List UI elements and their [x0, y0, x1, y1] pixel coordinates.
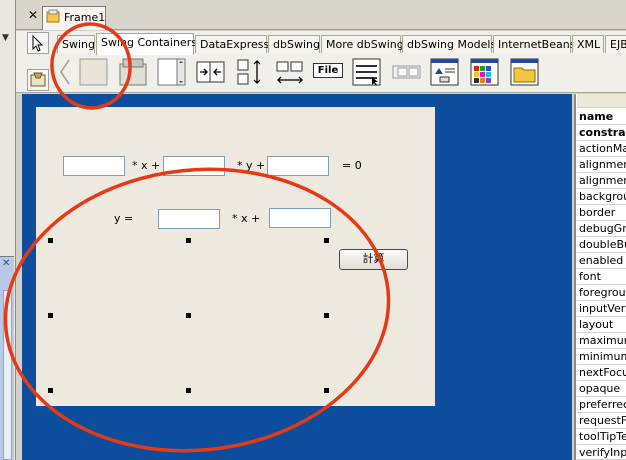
palette-tab-dataexpress[interactable]: DataExpress [195, 35, 270, 53]
jlayeredpane-icon[interactable] [236, 58, 264, 86]
palette-tab-dbswing-models[interactable]: dbSwing Models [402, 35, 496, 53]
palette-tab-swing[interactable]: Swing [57, 35, 95, 53]
palette-tab-label: InternetBeans [498, 38, 576, 51]
jdesktoppane-icon[interactable] [275, 58, 305, 86]
selection-handle[interactable] [48, 238, 53, 243]
palette-tab-ejb[interactable]: EJB [605, 35, 626, 53]
frame1-tab-label: Frame1 [64, 11, 106, 24]
inspector-toolbar [577, 94, 626, 108]
equals-zero-label: = 0 [342, 159, 362, 172]
selection-cursor-button[interactable] [27, 32, 49, 54]
property-row[interactable]: requestFocus [577, 413, 626, 429]
x-plus-label: * x + [132, 159, 161, 172]
x-plus-label-2: * x + [232, 212, 261, 225]
property-row[interactable]: minimumSize [577, 349, 626, 365]
palette-tab-label: DataExpress [200, 38, 270, 51]
palette-tab-more-dbswing[interactable]: More dbSwing [321, 35, 404, 53]
property-row[interactable]: doubleBuffered [577, 237, 626, 253]
palette-tab-internetbeans[interactable]: InternetBeans [493, 35, 575, 53]
property-row[interactable]: actionMap [577, 141, 626, 157]
document-tab-strip [16, 0, 626, 30]
property-row[interactable]: foreground [577, 285, 626, 301]
property-row[interactable]: alignmentY [577, 173, 626, 189]
jsplitpane-icon[interactable] [196, 58, 226, 86]
property-row[interactable]: font [577, 269, 626, 285]
property-row[interactable]: debugGraphics [577, 221, 626, 237]
file-chooser-label: File [317, 65, 339, 76]
property-row[interactable]: nextFocus [577, 365, 626, 381]
left-panel-close-icon[interactable]: ✕ [2, 258, 10, 269]
file-dialog-icon[interactable] [510, 58, 540, 86]
intercept-output-field[interactable] [269, 208, 331, 228]
slope-output-field[interactable] [158, 209, 220, 229]
palette-tab-dbswing[interactable]: dbSwing [268, 35, 320, 53]
property-row[interactable]: constrain [577, 125, 626, 141]
selection-handle[interactable] [324, 313, 329, 318]
property-row[interactable]: toolTipText [577, 429, 626, 445]
property-row[interactable]: maximumSize [577, 333, 626, 349]
calculate-button-label: 計算 [362, 252, 385, 265]
palette-tab-xml[interactable]: XML [572, 35, 604, 53]
calculate-button[interactable]: 計算 [339, 249, 408, 270]
selection-handle[interactable] [48, 313, 53, 318]
property-row[interactable]: alignmentX [577, 157, 626, 173]
joptionpane-icon[interactable] [430, 58, 460, 86]
selection-handle[interactable] [186, 313, 191, 318]
bean-chooser-button[interactable] [27, 69, 49, 91]
property-row[interactable]: border [577, 205, 626, 221]
y-plus-label: * y + [237, 159, 266, 172]
property-row[interactable]: opaque [577, 381, 626, 397]
palette-tab-label: XML [577, 38, 601, 51]
property-row[interactable]: enabled [577, 253, 626, 269]
coefficient-a-input[interactable] [63, 156, 125, 176]
selection-handle[interactable] [324, 388, 329, 393]
jscrollpane-icon[interactable] [119, 58, 149, 86]
palette-scroll-left-icon[interactable] [59, 58, 71, 86]
property-row[interactable]: inputVerifier [577, 301, 626, 317]
selection-handle[interactable] [186, 388, 191, 393]
property-row[interactable]: verifyInput [577, 445, 626, 460]
palette-tab-label: dbSwing [273, 38, 320, 51]
palette-tab-swing-containers[interactable]: Swing Containers [96, 33, 197, 55]
palette-tab-label: EJB [610, 38, 626, 51]
selection-handle[interactable] [48, 388, 53, 393]
property-row[interactable]: preferredSize [577, 397, 626, 413]
coefficient-b-input[interactable] [163, 156, 225, 176]
color-chooser-icon[interactable] [470, 58, 500, 86]
coefficient-c-input[interactable] [267, 156, 329, 176]
close-tab-icon[interactable]: ✕ [28, 8, 38, 22]
jtabbedpane-icon[interactable] [157, 58, 187, 86]
bean-chooser-icon [30, 72, 46, 87]
palette-tab-label: More dbSwing [326, 38, 404, 51]
palette-tab-label: Swing Containers [101, 36, 197, 49]
arrow-cursor-icon [32, 34, 44, 52]
property-row[interactable]: background [577, 189, 626, 205]
y-equals-label: y = [114, 212, 134, 225]
jfilechooser-icon[interactable]: File [313, 63, 343, 78]
selection-handle[interactable] [186, 238, 191, 243]
left-dropdown-arrow-icon[interactable]: ▼ [2, 33, 9, 43]
jpanel-icon[interactable] [79, 58, 109, 86]
property-name-header: name [577, 109, 626, 125]
jtoolbar-icon[interactable] [352, 58, 382, 86]
frame-file-icon [46, 9, 60, 23]
property-row[interactable]: layout [577, 317, 626, 333]
left-panel-scrollbar[interactable] [3, 290, 12, 460]
palette-tab-label: Swing [62, 38, 95, 51]
palette-tab-label: dbSwing Models [407, 38, 497, 51]
jinternalframe-icon[interactable] [392, 58, 422, 86]
selection-handle[interactable] [324, 238, 329, 243]
